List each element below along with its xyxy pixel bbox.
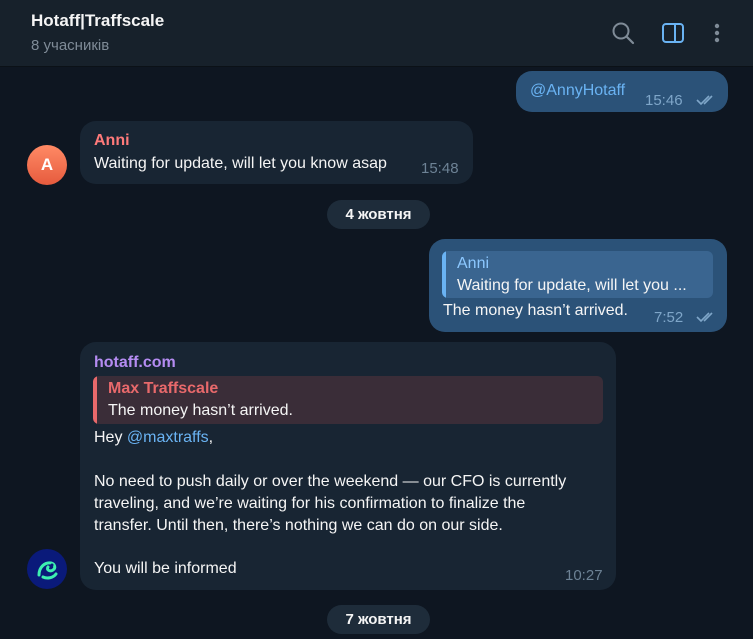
- reply-text: Waiting for update, will let you ...: [457, 277, 687, 294]
- chat-title[interactable]: Hotaff|Traffscale: [31, 11, 164, 31]
- chat-header: Hotaff|Traffscale 8 учасників: [0, 0, 753, 67]
- message-incoming[interactable]: Anni Waiting for update, will let you kn…: [80, 121, 473, 184]
- more-vertical-icon[interactable]: [704, 20, 730, 46]
- greeting-text: Hey: [94, 429, 127, 446]
- date-separator: 4 жовтня: [327, 200, 430, 229]
- reply-bar: [442, 251, 446, 298]
- member-count[interactable]: 8 учасників: [31, 37, 109, 54]
- message-sender[interactable]: hotaff.com: [94, 354, 176, 372]
- message-greeting: Hey @maxtraffs,: [94, 427, 213, 449]
- reply-sender: Max Traffscale: [108, 380, 219, 397]
- message-text-line: traveling, and we’re waiting for his con…: [94, 495, 526, 512]
- sidebar-toggle-icon[interactable]: [660, 20, 686, 46]
- message-text-line: You will be informed: [94, 560, 237, 577]
- reply-bar: [93, 376, 97, 424]
- message-text-line: transfer. Until then, there’s nothing we…: [94, 517, 503, 534]
- message-list[interactable]: @AnnyHotaff 15:46 A Anni Waiting for upd…: [0, 67, 753, 639]
- message-text: The money hasn’t arrived.: [443, 302, 628, 319]
- reply-quote[interactable]: Max Traffscale The money hasn’t arrived.: [93, 376, 603, 424]
- message-mention[interactable]: @AnnyHotaff: [530, 80, 625, 102]
- reply-text: The money hasn’t arrived.: [108, 402, 293, 419]
- reply-quote[interactable]: Anni Waiting for update, will let you ..…: [442, 251, 713, 298]
- message-time: 15:48: [421, 160, 459, 177]
- message-time: 7:52: [654, 309, 684, 326]
- read-checkmarks-icon: [696, 95, 713, 106]
- reply-sender: Anni: [457, 255, 490, 272]
- message-time: 10:27: [565, 567, 603, 584]
- message-text-line: No need to push daily or over the weeken…: [94, 473, 567, 490]
- message-incoming[interactable]: hotaff.com Max Traffscale The money hasn…: [80, 342, 616, 590]
- dragon-logo-icon: [37, 561, 58, 580]
- user-mention[interactable]: @maxtraffs: [127, 429, 209, 446]
- message-outgoing[interactable]: Anni Waiting for update, will let you ..…: [429, 239, 727, 332]
- avatar[interactable]: [27, 549, 67, 589]
- date-separator: 7 жовтня: [327, 605, 430, 634]
- message-time: 15:46: [645, 92, 683, 109]
- message-text: Waiting for update, will let you know as…: [94, 155, 387, 172]
- message-outgoing[interactable]: @AnnyHotaff 15:46: [516, 71, 728, 112]
- message-sender[interactable]: Anni: [94, 132, 130, 150]
- greeting-punct: ,: [208, 429, 214, 446]
- read-checkmarks-icon: [696, 312, 713, 323]
- search-icon[interactable]: [610, 20, 636, 46]
- avatar[interactable]: A: [27, 145, 67, 185]
